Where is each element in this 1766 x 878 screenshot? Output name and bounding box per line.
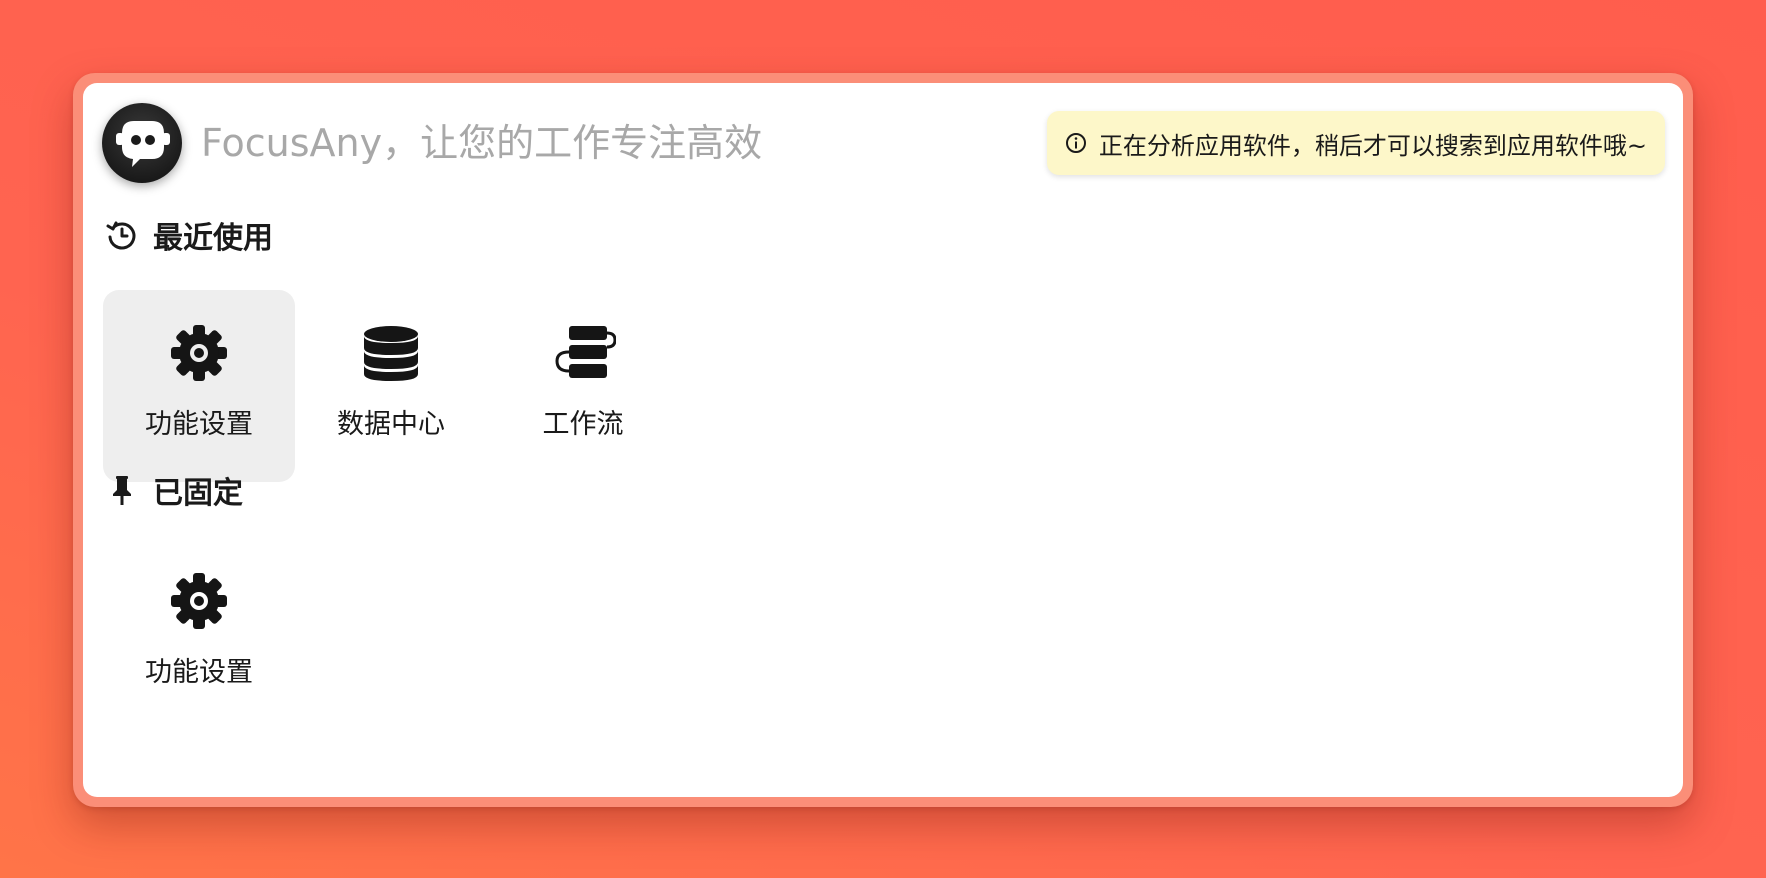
- item-label: 工作流: [542, 409, 624, 440]
- section-title-text: 最近使用: [153, 221, 273, 256]
- info-circle-icon: [1065, 132, 1087, 154]
- pinned-items-list: 功能设置: [103, 538, 295, 730]
- recent-items-list: 功能设置 数据中心 工作流: [103, 290, 679, 482]
- section-title-recent: 最近使用: [105, 207, 273, 263]
- recent-item-data-center[interactable]: 数据中心: [295, 290, 487, 482]
- header: 正在分析应用软件，稍后才可以搜索到应用软件哦~: [83, 83, 1683, 203]
- database-icon: [358, 320, 424, 386]
- workflow-icon: [550, 320, 617, 386]
- gear-icon: [166, 568, 232, 634]
- pin-icon: [105, 473, 139, 507]
- robot-chat-logo: [102, 103, 182, 183]
- recent-item-settings[interactable]: 功能设置: [103, 290, 295, 482]
- search-input[interactable]: [201, 115, 841, 171]
- app-window: 正在分析应用软件，稍后才可以搜索到应用软件哦~ 最近使用: [83, 83, 1683, 797]
- recent-item-workflow[interactable]: 工作流: [487, 290, 679, 482]
- status-notice: 正在分析应用软件，稍后才可以搜索到应用软件哦~: [1046, 111, 1665, 175]
- item-label: 数据中心: [337, 409, 445, 440]
- item-label: 功能设置: [145, 409, 253, 440]
- section-title-pinned: 已固定: [105, 462, 243, 518]
- app-window-frame: 正在分析应用软件，稍后才可以搜索到应用软件哦~ 最近使用: [73, 73, 1693, 807]
- gear-icon: [166, 320, 232, 386]
- section-title-text: 已固定: [153, 476, 243, 511]
- pinned-item-settings[interactable]: 功能设置: [103, 538, 295, 730]
- history-clock-icon: [105, 218, 139, 252]
- notice-text: 正在分析应用软件，稍后才可以搜索到应用软件哦~: [1098, 131, 1647, 160]
- item-label: 功能设置: [145, 657, 253, 688]
